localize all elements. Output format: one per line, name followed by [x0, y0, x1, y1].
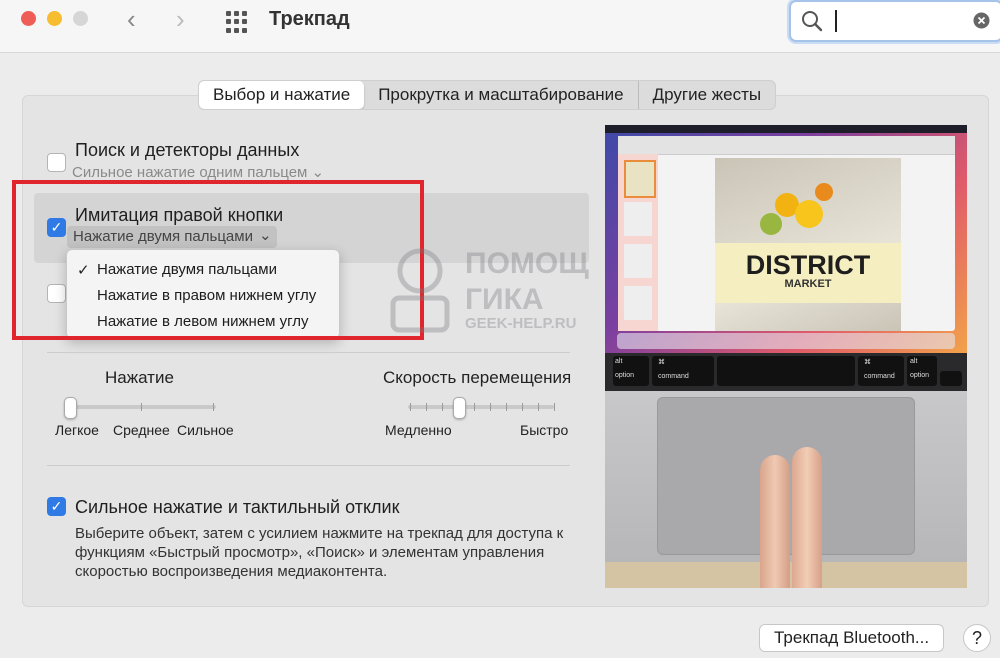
chevron-down-icon: ⌄: [311, 164, 325, 181]
poster-subtitle: MARKET: [784, 278, 832, 290]
divider: [47, 465, 570, 466]
clear-search-icon[interactable]: [973, 12, 990, 29]
slider-tick: [426, 403, 427, 411]
slider-tick: [213, 403, 214, 411]
search-field[interactable]: [789, 0, 1000, 42]
right-command-key: ⌘ command: [858, 356, 904, 386]
gesture-preview-video: DISTRICT MARKET alt option ⌘ command ⌘ comm…: [605, 125, 967, 588]
food-photo: [715, 158, 901, 243]
speed-slider-track[interactable]: [408, 405, 554, 409]
tab-point-and-click[interactable]: Выбор и нажатие: [199, 81, 365, 109]
tab-bar: Выбор и нажатие Прокрутка и масштабирова…: [198, 80, 777, 110]
search-icon: [802, 11, 823, 32]
back-arrow-icon[interactable]: ‹: [127, 6, 136, 32]
slider-tick: [490, 403, 491, 411]
slider-tick: [474, 403, 475, 411]
slider-tick: [506, 403, 507, 411]
click-slider-knob[interactable]: [64, 397, 77, 419]
divider: [47, 352, 570, 353]
click-slider-firm-label: Сильное: [177, 422, 234, 438]
speed-slider-fast-label: Быстро: [520, 422, 569, 438]
left-command-key: ⌘ command: [652, 356, 714, 386]
close-window-button[interactable]: [21, 11, 36, 26]
click-slider-title: Нажатие: [105, 368, 174, 387]
help-button[interactable]: ?: [963, 624, 991, 652]
slider-tick: [410, 403, 411, 411]
watermark-line2: ГИКА: [465, 283, 544, 316]
click-slider-medium-label: Среднее: [113, 422, 170, 438]
speed-slider-slow-label: Медленно: [385, 422, 452, 438]
slider-tick: [442, 403, 443, 411]
slider-tick: [522, 403, 523, 411]
left-option-key: alt option: [613, 356, 649, 386]
setup-bluetooth-trackpad-button[interactable]: Трекпад Bluetooth...: [759, 624, 945, 652]
slider-tick: [554, 403, 555, 411]
page-thumbnails-sidebar: [618, 154, 658, 331]
window-title: Трекпад: [269, 8, 350, 30]
text-cursor: [835, 10, 837, 32]
lookup-gesture-select[interactable]: Сильное нажатие одним пальцем ⌄: [72, 163, 324, 181]
pages-app-window: DISTRICT MARKET: [618, 136, 955, 331]
click-slider-track[interactable]: [70, 405, 216, 409]
minimize-window-button[interactable]: [47, 11, 62, 26]
speed-slider-title: Скорость перемещения: [383, 368, 572, 387]
screen-menubar: [605, 125, 967, 133]
show-all-grid-icon[interactable]: [226, 11, 248, 33]
index-finger: [760, 455, 790, 588]
force-click-label: Сильное нажатие и тактильный отклик: [75, 497, 400, 517]
space-bar: [717, 356, 855, 386]
right-option-key: alt option: [907, 356, 937, 386]
slider-tick: [538, 403, 539, 411]
app-toolbar: [618, 136, 955, 155]
watermark-line3: GEEK-HELP.RU: [465, 315, 577, 332]
forward-arrow-icon[interactable]: ›: [176, 6, 185, 32]
dock: [617, 333, 955, 349]
slider-tick: [141, 403, 142, 411]
force-click-description: Выберите объект, затем с усилием нажмите…: [75, 525, 564, 580]
force-click-checkbox[interactable]: ✓: [47, 497, 66, 516]
watermark-logo-icon: [390, 248, 450, 333]
keyboard-top-row: alt option ⌘ command ⌘ command alt option: [605, 353, 967, 391]
speed-slider-knob[interactable]: [453, 397, 467, 419]
document-page: DISTRICT MARKET: [715, 158, 901, 331]
tab-scroll-and-zoom[interactable]: Прокрутка и масштабирование: [364, 81, 637, 109]
middle-finger: [792, 447, 822, 588]
lookup-label: Поиск и детекторы данных: [75, 140, 300, 160]
click-slider-light-label: Легкое: [55, 422, 99, 438]
watermark-line1: ПОМОЩ: [465, 247, 589, 280]
zoom-window-button[interactable]: [73, 11, 88, 26]
highlight-annotation-box: [12, 180, 424, 340]
title-bar: ‹ › Трекпад: [0, 0, 1000, 53]
tab-more-gestures[interactable]: Другие жесты: [637, 81, 775, 109]
lookup-checkbox[interactable]: [47, 153, 66, 172]
poster-title: DISTRICT: [745, 250, 871, 280]
arrow-key: [940, 371, 962, 386]
